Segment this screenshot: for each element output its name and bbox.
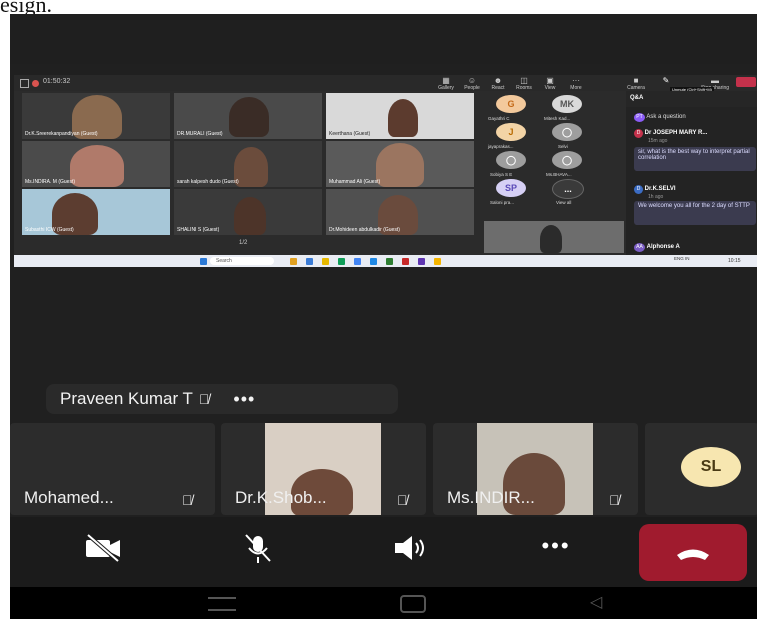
speaker-icon (395, 536, 424, 560)
shared-tile: Keerthana (Guest) (326, 93, 474, 139)
speaker-button[interactable] (380, 533, 440, 570)
tray-language: ENG IN (674, 256, 690, 261)
mic-off-icon: 🎙̸ (198, 391, 210, 407)
shared-tile: DR.MURALI (Guest) (174, 93, 322, 139)
shared-tile: Dr.Mohideen abdulkadir (Guest) (326, 189, 474, 235)
meeting-timer: 01:50:32 (43, 78, 71, 85)
mic-icon: ✎ (662, 76, 670, 85)
meeting-toolbar: 01:50:32 ▦ Gallery ☺ People ☻ React ◫ Rooms … (14, 75, 757, 92)
mic-off-icon: 🎙̸ (609, 492, 620, 508)
participant-tile[interactable]: Ms.INDIR... 🎙̸ (433, 423, 638, 515)
app-icon[interactable] (338, 258, 345, 265)
grid-icon: ▦ (442, 76, 450, 85)
shared-tile: sarah kalpesh dudo (Guest) (174, 141, 322, 187)
recent-apps-icon[interactable] (208, 597, 236, 611)
toolbar-react[interactable]: ☻ React (486, 76, 510, 92)
qa-announcement-card: We welcome you all for the 2 day of STTP (634, 201, 756, 225)
recording-icon (32, 80, 39, 87)
app-icon[interactable] (306, 258, 313, 265)
app-icon[interactable] (354, 258, 361, 265)
shared-tile: Muhammad Ali (Guest) (326, 141, 474, 187)
camera-off-icon (86, 533, 120, 563)
toolbar-mic[interactable]: ✎ (654, 77, 678, 85)
camera-icon: ■ (633, 76, 639, 85)
qa-panel: Q&A PT Ask a question D Dr JOSEPH MARY R… (626, 91, 757, 267)
toolbar-view[interactable]: ▣ View (538, 76, 562, 92)
more-icon: ··· (572, 76, 580, 85)
camera-toggle-button[interactable] (74, 533, 134, 570)
more-button[interactable]: ••• (526, 533, 586, 559)
avatar: J (496, 123, 526, 141)
home-icon[interactable] (400, 595, 426, 613)
folder-icon[interactable] (322, 258, 329, 265)
speaker-name: Praveen Kumar T (60, 389, 193, 408)
android-nav-bar: ◁ (10, 587, 757, 619)
windows-start-icon[interactable] (200, 258, 207, 265)
back-icon[interactable]: ◁ (590, 592, 602, 612)
tray-clock: 10:15 (728, 258, 741, 264)
shared-tile: Subasthi ICW (Guest) (22, 189, 170, 235)
participant-tile[interactable]: SL (645, 423, 757, 515)
app-icon[interactable] (386, 258, 393, 265)
toolbar-more[interactable]: ··· More (564, 76, 588, 92)
leave-button[interactable] (736, 77, 756, 87)
qa-question-card: sir, what is the best way to interpret p… (634, 147, 756, 171)
view-all-button[interactable]: ... (552, 179, 584, 199)
teams-icon[interactable] (418, 258, 425, 265)
shared-screen: 01:50:32 ▦ Gallery ☺ People ☻ React ◫ Rooms … (14, 75, 757, 267)
window-icon (20, 79, 29, 88)
avatar: ◯ (496, 151, 526, 169)
shared-tile: Dr.K.Sreerekanpandiyan (Guest) (22, 93, 170, 139)
chrome-icon[interactable] (434, 258, 441, 265)
mic-toggle-button[interactable] (228, 533, 288, 572)
hang-up-icon (677, 549, 709, 560)
mic-off-icon (245, 534, 271, 563)
mic-off-icon: 🎙̸ (397, 492, 408, 508)
avatar: ◯ (552, 151, 582, 169)
participant-tile[interactable]: Dr.K.Shob... 🎙̸ (221, 423, 426, 515)
pc-taskbar: Search ENG IN 10:15 (14, 255, 757, 267)
avatar: SL (681, 447, 741, 487)
app-icon[interactable] (370, 258, 377, 265)
qa-item[interactable]: D Dr JOSEPH MARY R... 15m ago (634, 129, 707, 144)
hang-up-button[interactable] (639, 524, 747, 581)
toolbar-gallery[interactable]: ▦ Gallery (434, 76, 458, 92)
pc-search-box[interactable]: Search (210, 257, 274, 265)
avatar: G (496, 95, 526, 113)
toolbar-rooms[interactable]: ◫ Rooms (512, 76, 536, 92)
react-icon: ☻ (493, 76, 503, 85)
shared-tile: SHALINI S (Guest) (174, 189, 322, 235)
avatar: MK (552, 95, 582, 113)
qa-item[interactable]: AA Alphonse A (634, 243, 680, 252)
ask-question-button[interactable]: PT Ask a question (634, 113, 754, 123)
avatar: SP (496, 179, 526, 197)
phone-screen: 01:50:32 ▦ Gallery ☺ People ☻ React ◫ Rooms … (10, 14, 757, 619)
share-icon: ▬ (711, 76, 719, 85)
participant-tile[interactable]: Mohamed... 🎙̸ (10, 423, 215, 515)
call-controls: ••• (10, 517, 757, 587)
qa-item[interactable]: D Dr.K.SELVI 1h ago (634, 185, 676, 200)
app-icon[interactable] (290, 258, 297, 265)
app-icon[interactable] (402, 258, 409, 265)
toolbar-camera[interactable]: ■ Camera (624, 76, 648, 92)
toolbar-people[interactable]: ☺ People (460, 76, 484, 92)
avatar: ◯ (552, 123, 582, 141)
shared-tile: Ms.INDIRA. M (Guest) (22, 141, 170, 187)
self-view-tile (484, 221, 624, 253)
page-indicator[interactable]: 1/2 (239, 240, 247, 246)
mic-off-icon: 🎙̸ (182, 492, 193, 508)
qa-header: Q&A (626, 91, 757, 107)
rooms-icon: ◫ (520, 76, 528, 85)
active-speaker-bar[interactable]: Praveen Kumar T 🎙̸ ••• (46, 384, 398, 414)
view-icon: ▣ (546, 76, 554, 85)
more-options-button[interactable]: ••• (233, 389, 255, 410)
people-icon: ☺ (467, 76, 477, 85)
phone-top-bar (10, 14, 757, 64)
